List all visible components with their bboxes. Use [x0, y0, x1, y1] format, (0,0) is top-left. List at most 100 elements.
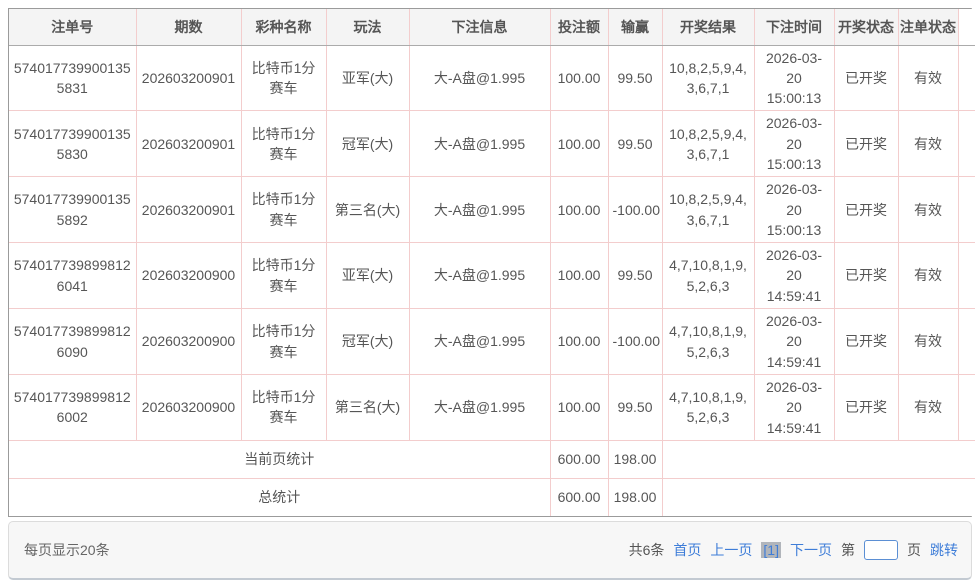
cell-draw-status: 已开奖 — [834, 309, 898, 375]
table-header-row: 注单号 期数 彩种名称 玩法 下注信息 投注额 输赢 开奖结果 下注时间 开奖状… — [9, 9, 975, 45]
cell-order-status: 有效 — [898, 309, 958, 375]
col-header-bet-amount: 投注额 — [550, 9, 608, 45]
cell-bet-info: 大-A盘@1.995 — [409, 111, 550, 177]
total-summary-winloss: 198.00 — [608, 478, 662, 516]
page-summary-empty — [662, 440, 975, 478]
col-header-order-id: 注单号 — [9, 9, 136, 45]
cell-bet-info: 大-A盘@1.995 — [409, 374, 550, 440]
cell-period: 202603200901 — [136, 111, 241, 177]
cell-order-id: 5740177399001355830 — [9, 111, 136, 177]
col-header-period: 期数 — [136, 9, 241, 45]
bet-records-table: 注单号 期数 彩种名称 玩法 下注信息 投注额 输赢 开奖结果 下注时间 开奖状… — [9, 9, 975, 516]
bet-records-table-frame: 注单号 期数 彩种名称 玩法 下注信息 投注额 输赢 开奖结果 下注时间 开奖状… — [8, 8, 972, 517]
cell-bet-amount: 100.00 — [550, 374, 608, 440]
cell-bet-amount: 100.00 — [550, 243, 608, 309]
cell-order-status: 有效 — [898, 243, 958, 309]
cell-filler — [958, 177, 975, 243]
cell-draw-status: 已开奖 — [834, 111, 898, 177]
prev-page-link[interactable]: 上一页 — [710, 540, 752, 560]
table-row: 5740177399001355831 202603200901 比特币1分赛车… — [9, 45, 975, 111]
cell-play-type: 亚军(大) — [326, 243, 409, 309]
cell-win-loss: 99.50 — [608, 111, 662, 177]
cell-bet-amount: 100.00 — [550, 177, 608, 243]
page-summary-winloss: 198.00 — [608, 440, 662, 478]
total-summary-amount: 600.00 — [550, 478, 608, 516]
cell-bet-amount: 100.00 — [550, 45, 608, 111]
col-header-play-type: 玩法 — [326, 9, 409, 45]
cell-draw-result: 10,8,2,5,9,4,3,6,7,1 — [662, 177, 754, 243]
col-header-bet-time: 下注时间 — [754, 9, 834, 45]
cell-bet-time: 2026-03-20 15:00:13 — [754, 177, 834, 243]
cell-draw-status: 已开奖 — [834, 374, 898, 440]
cell-play-type: 第三名(大) — [326, 374, 409, 440]
cell-period: 202603200901 — [136, 45, 241, 111]
cell-play-type: 亚军(大) — [326, 45, 409, 111]
cell-order-id: 5740177398998126002 — [9, 374, 136, 440]
cell-filler — [958, 45, 975, 111]
cell-bet-time: 2026-03-20 14:59:41 — [754, 374, 834, 440]
cell-play-type: 第三名(大) — [326, 177, 409, 243]
cell-order-id: 5740177398998126041 — [9, 243, 136, 309]
total-summary-row: 总统计 600.00 198.00 — [9, 478, 975, 516]
table-body: 5740177399001355831 202603200901 比特币1分赛车… — [9, 45, 975, 440]
cell-bet-info: 大-A盘@1.995 — [409, 177, 550, 243]
col-header-bet-info: 下注信息 — [409, 9, 550, 45]
page-summary-row: 当前页统计 600.00 198.00 — [9, 440, 975, 478]
cell-draw-result: 4,7,10,8,1,9,5,2,6,3 — [662, 374, 754, 440]
col-header-order-status: 注单状态 — [898, 9, 958, 45]
col-header-lottery-name: 彩种名称 — [241, 9, 326, 45]
cell-order-id: 5740177399001355831 — [9, 45, 136, 111]
cell-draw-result: 4,7,10,8,1,9,5,2,6,3 — [662, 243, 754, 309]
cell-order-id: 5740177398998126090 — [9, 309, 136, 375]
pagination-controls: 共6条 首页 上一页 [1] 下一页 第 页 跳转 — [629, 540, 958, 560]
cell-period: 202603200900 — [136, 374, 241, 440]
cell-period: 202603200900 — [136, 243, 241, 309]
cell-bet-info: 大-A盘@1.995 — [409, 45, 550, 111]
cell-win-loss: 99.50 — [608, 45, 662, 111]
cell-bet-time: 2026-03-20 14:59:41 — [754, 309, 834, 375]
cell-draw-status: 已开奖 — [834, 243, 898, 309]
cell-bet-time: 2026-03-20 15:00:13 — [754, 111, 834, 177]
col-header-filler — [958, 9, 975, 45]
page-summary-label: 当前页统计 — [9, 440, 550, 478]
cell-filler — [958, 111, 975, 177]
next-page-link[interactable]: 下一页 — [790, 540, 832, 560]
cell-lottery-name: 比特币1分赛车 — [241, 309, 326, 375]
cell-bet-info: 大-A盘@1.995 — [409, 243, 550, 309]
cell-draw-result: 10,8,2,5,9,4,3,6,7,1 — [662, 111, 754, 177]
bet-records-page: 注单号 期数 彩种名称 玩法 下注信息 投注额 输赢 开奖结果 下注时间 开奖状… — [0, 0, 976, 580]
cell-period: 202603200900 — [136, 309, 241, 375]
cell-win-loss: 99.50 — [608, 243, 662, 309]
cell-order-id: 5740177399001355892 — [9, 177, 136, 243]
total-summary-label: 总统计 — [9, 478, 550, 516]
table-row: 5740177399001355830 202603200901 比特币1分赛车… — [9, 111, 975, 177]
page-number-input[interactable] — [864, 540, 898, 560]
cell-order-status: 有效 — [898, 45, 958, 111]
page-summary-amount: 600.00 — [550, 440, 608, 478]
table-row: 5740177398998126002 202603200900 比特币1分赛车… — [9, 374, 975, 440]
cell-filler — [958, 243, 975, 309]
first-page-link[interactable]: 首页 — [673, 540, 701, 560]
cell-bet-time: 2026-03-20 15:00:13 — [754, 45, 834, 111]
pagination-footer: 每页显示20条 共6条 首页 上一页 [1] 下一页 第 页 跳转 — [8, 521, 972, 580]
col-header-win-loss: 输赢 — [608, 9, 662, 45]
jump-label-before: 第 — [841, 540, 855, 560]
cell-order-status: 有效 — [898, 177, 958, 243]
jump-button[interactable]: 跳转 — [930, 540, 958, 560]
page-size-text: 每页显示20条 — [24, 540, 110, 560]
cell-lottery-name: 比特币1分赛车 — [241, 45, 326, 111]
table-row: 5740177398998126041 202603200900 比特币1分赛车… — [9, 243, 975, 309]
cell-bet-amount: 100.00 — [550, 111, 608, 177]
current-page-indicator[interactable]: [1] — [761, 542, 781, 558]
cell-win-loss: 99.50 — [608, 374, 662, 440]
cell-period: 202603200901 — [136, 177, 241, 243]
cell-play-type: 冠军(大) — [326, 111, 409, 177]
cell-lottery-name: 比特币1分赛车 — [241, 111, 326, 177]
table-row: 5740177398998126090 202603200900 比特币1分赛车… — [9, 309, 975, 375]
cell-lottery-name: 比特币1分赛车 — [241, 177, 326, 243]
cell-draw-result: 10,8,2,5,9,4,3,6,7,1 — [662, 45, 754, 111]
cell-win-loss: -100.00 — [608, 177, 662, 243]
cell-draw-status: 已开奖 — [834, 45, 898, 111]
col-header-draw-result: 开奖结果 — [662, 9, 754, 45]
col-header-draw-status: 开奖状态 — [834, 9, 898, 45]
